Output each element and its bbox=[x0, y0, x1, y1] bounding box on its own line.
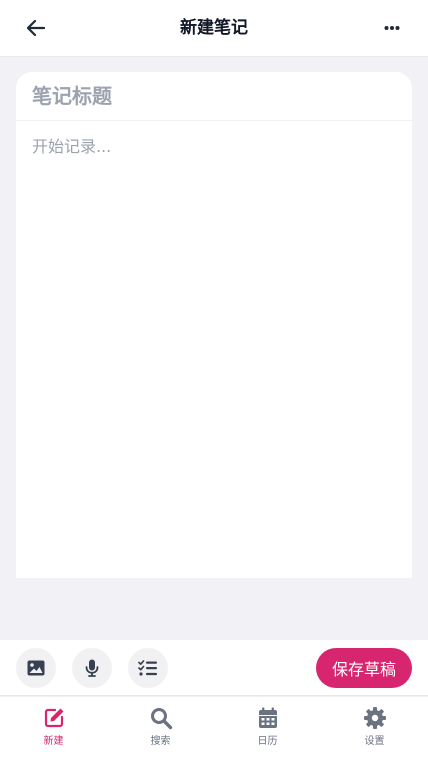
checklist-icon bbox=[138, 660, 157, 676]
calendar-icon bbox=[256, 706, 280, 730]
more-button[interactable] bbox=[378, 16, 406, 40]
nav-label-calendar: 日历 bbox=[257, 736, 278, 747]
nav-item-calendar[interactable]: 日历 bbox=[214, 697, 321, 760]
note-editor-card bbox=[16, 72, 412, 578]
note-title-input[interactable] bbox=[16, 72, 412, 121]
back-button[interactable] bbox=[22, 16, 50, 40]
app-header: 新建笔记 bbox=[0, 0, 428, 57]
note-body-input[interactable] bbox=[16, 121, 412, 578]
voice-record-button[interactable] bbox=[72, 648, 112, 688]
nav-item-new[interactable]: 新建 bbox=[0, 697, 107, 760]
ellipsis-icon bbox=[384, 26, 400, 30]
microphone-icon bbox=[85, 659, 99, 677]
nav-label-settings: 设置 bbox=[364, 736, 385, 747]
arrow-left-icon bbox=[27, 20, 45, 36]
checklist-button[interactable] bbox=[128, 648, 168, 688]
page-title: 新建笔记 bbox=[180, 18, 248, 38]
image-icon bbox=[27, 660, 45, 676]
search-icon bbox=[149, 706, 173, 730]
edit-icon bbox=[42, 706, 66, 730]
save-draft-button[interactable]: 保存草稿 bbox=[316, 648, 412, 688]
nav-label-search: 搜索 bbox=[150, 736, 171, 747]
editor-toolbar: 保存草稿 bbox=[0, 640, 428, 696]
nav-item-search[interactable]: 搜索 bbox=[107, 697, 214, 760]
insert-image-button[interactable] bbox=[16, 648, 56, 688]
nav-label-new: 新建 bbox=[43, 736, 64, 747]
bottom-nav: 新建 搜索 日历 设置 bbox=[0, 697, 428, 760]
nav-item-settings[interactable]: 设置 bbox=[321, 697, 428, 760]
gear-icon bbox=[363, 706, 387, 730]
